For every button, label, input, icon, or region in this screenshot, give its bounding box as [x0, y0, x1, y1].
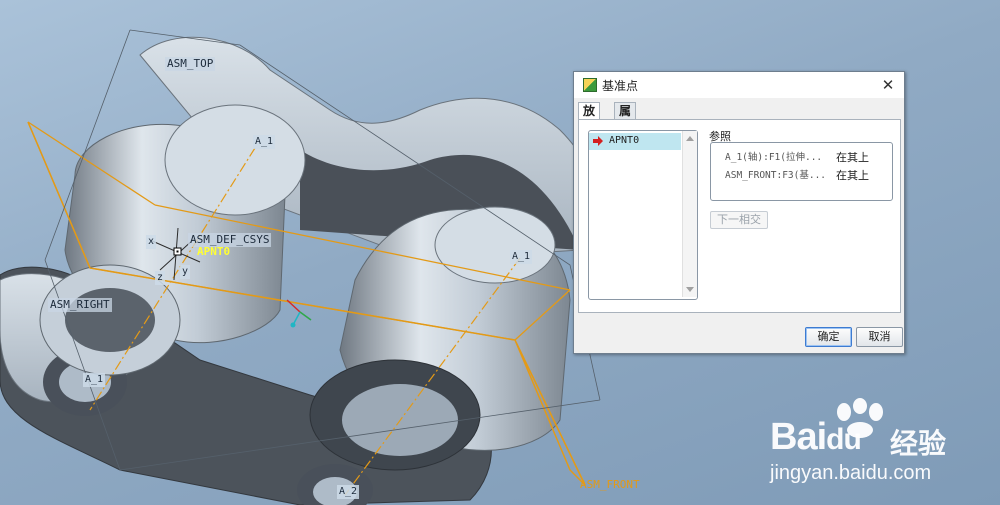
- point-list-item-label: APNT0: [609, 135, 640, 146]
- ok-button[interactable]: 确定: [805, 327, 852, 347]
- baidu-jingyan-watermark: Baidu 经验 jingyan.baidu.com: [770, 398, 990, 488]
- axis-label-a1-hole[interactable]: A_1: [83, 373, 106, 387]
- watermark-brand-cn: 经验: [890, 427, 947, 460]
- axis-label-a1-top[interactable]: A_1: [253, 135, 276, 149]
- reference-constraint[interactable]: 在其上: [836, 149, 869, 165]
- watermark-url: jingyan.baidu.com: [770, 462, 932, 484]
- roller-right-top: [434, 206, 556, 284]
- roller-left-top: [164, 104, 306, 216]
- csys-x-label: x: [146, 235, 157, 249]
- placement-panel: APNT0 参照 A_1(轴):F1(拉伸... 在其上 ASM_FRONT:F…: [578, 119, 901, 313]
- csys-y-label: y: [180, 265, 191, 279]
- reference-name: ASM_FRONT:F3(基...: [725, 170, 827, 181]
- plane-label-asm-right[interactable]: ASM_RIGHT: [48, 298, 112, 312]
- reference-constraint[interactable]: 在其上: [836, 167, 869, 183]
- reference-name: A_1(轴):F1(拉伸...: [725, 152, 823, 163]
- plane-label-asm-top[interactable]: ASM_TOP: [165, 57, 216, 71]
- dialog-titlebar[interactable]: 基准点 ✕: [574, 72, 904, 98]
- watermark-brand-du: du: [826, 423, 862, 456]
- scroll-down-icon[interactable]: [686, 287, 694, 292]
- reference-row[interactable]: A_1(轴):F1(拉伸... 在其上: [725, 149, 869, 164]
- point-list[interactable]: APNT0: [588, 130, 698, 300]
- tab-properties[interactable]: 属性: [614, 102, 637, 135]
- datum-point-dialog: 基准点 ✕ 放置 属性 APNT0 参照 A_1(轴):F1(拉伸... 在其上: [573, 71, 905, 354]
- scroll-up-icon[interactable]: [686, 136, 694, 141]
- dialog-title: 基准点: [602, 79, 639, 93]
- references-list[interactable]: A_1(轴):F1(拉伸... 在其上 ASM_FRONT:F3(基... 在其…: [710, 142, 893, 201]
- arrow-right-icon: [593, 136, 603, 146]
- next-intersection-button[interactable]: 下一相交: [710, 211, 768, 229]
- point-list-scrollbar[interactable]: [682, 131, 697, 297]
- cancel-button[interactable]: 取消: [856, 327, 903, 347]
- point-label-apnt0[interactable]: APNT0: [195, 245, 232, 259]
- axis-label-a1-right[interactable]: A_1: [510, 250, 533, 264]
- csys-z-label: z: [155, 271, 166, 285]
- watermark-brand: Baidu: [770, 416, 862, 459]
- axis-label-a2[interactable]: A_2: [337, 485, 360, 499]
- reference-row[interactable]: ASM_FRONT:F3(基... 在其上: [725, 167, 869, 182]
- datum-point-icon: [583, 78, 597, 92]
- point-list-item[interactable]: APNT0: [589, 133, 681, 150]
- plane-label-asm-front[interactable]: ASM_FRONT: [578, 478, 642, 492]
- watermark-brand-bai: Bai: [770, 416, 827, 458]
- close-button[interactable]: ✕: [878, 75, 898, 95]
